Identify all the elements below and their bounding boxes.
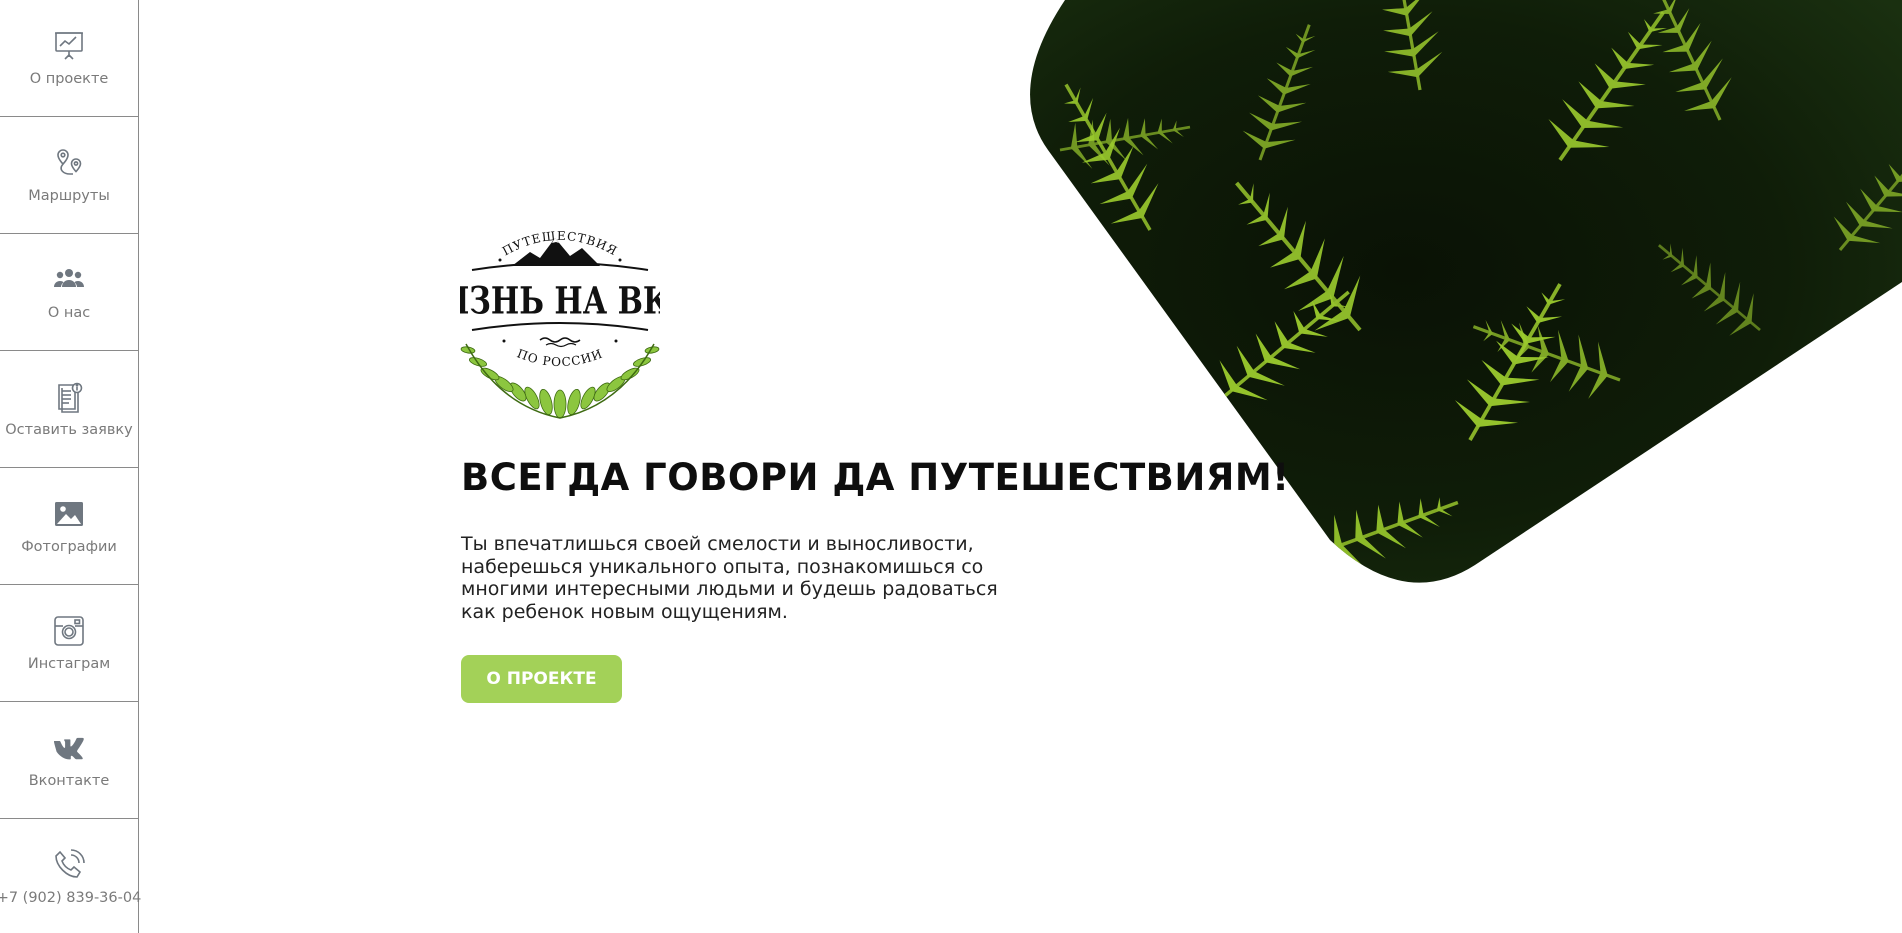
about-project-button[interactable]: О ПРОЕКТЕ xyxy=(461,655,622,703)
sidebar-item-label: О проекте xyxy=(29,71,109,87)
hero-title: ВСЕГДА ГОВОРИ ДА ПУТЕШЕСТВИЯМ! xyxy=(461,456,1290,499)
instagram-icon xyxy=(52,614,86,648)
sidebar-item-about-us[interactable]: О нас xyxy=(0,234,138,351)
sidebar-item-photos[interactable]: Фотографии xyxy=(0,468,138,585)
sidebar-item-label: +7 (902) 839-36-04 xyxy=(0,890,142,906)
sidebar-item-label: Фотографии xyxy=(21,539,117,555)
sidebar-item-label: Оставить заявку xyxy=(5,422,133,438)
svg-text:ЖИЗНЬ НА ВКУС: ЖИЗНЬ НА ВКУС xyxy=(460,279,660,323)
svg-text:ПО РОССИИ: ПО РОССИИ xyxy=(515,346,605,369)
fern-photo xyxy=(1000,0,1902,600)
sidebar-item-label: Вконтакте xyxy=(28,773,110,789)
sidebar-item-vkontakte[interactable]: Вконтакте xyxy=(0,702,138,819)
sidebar-item-label: О нас xyxy=(47,305,91,321)
sidebar-item-instagram[interactable]: Инстаграм xyxy=(0,585,138,702)
landing-page: О проекте Маршруты О нас Оставить заявку… xyxy=(0,0,1902,933)
sidebar-item-phone[interactable]: +7 (902) 839-36-04 xyxy=(0,819,142,933)
route-pins-icon xyxy=(52,146,86,180)
hero-description: Ты впечатлишься своей смелости и выносли… xyxy=(461,533,998,623)
team-icon xyxy=(52,263,86,297)
document-info-icon xyxy=(52,380,86,414)
sidebar-item-about-project[interactable]: О проекте xyxy=(0,0,138,117)
sidebar-item-label: Маршруты xyxy=(28,188,110,204)
sidebar-nav: О проекте Маршруты О нас Оставить заявку… xyxy=(0,0,142,933)
brand-logo: ПУТЕШЕСТВИЯ ЖИЗНЬ НА ВКУС ПО РОССИИ xyxy=(460,226,660,428)
sidebar-item-label: Инстаграм xyxy=(27,656,111,672)
sidebar-item-routes[interactable]: Маршруты xyxy=(0,117,138,234)
presentation-chart-icon xyxy=(52,29,86,63)
vk-icon xyxy=(52,731,86,765)
phone-icon xyxy=(52,848,86,882)
image-icon xyxy=(52,497,86,531)
sidebar-item-request[interactable]: Оставить заявку xyxy=(0,351,138,468)
